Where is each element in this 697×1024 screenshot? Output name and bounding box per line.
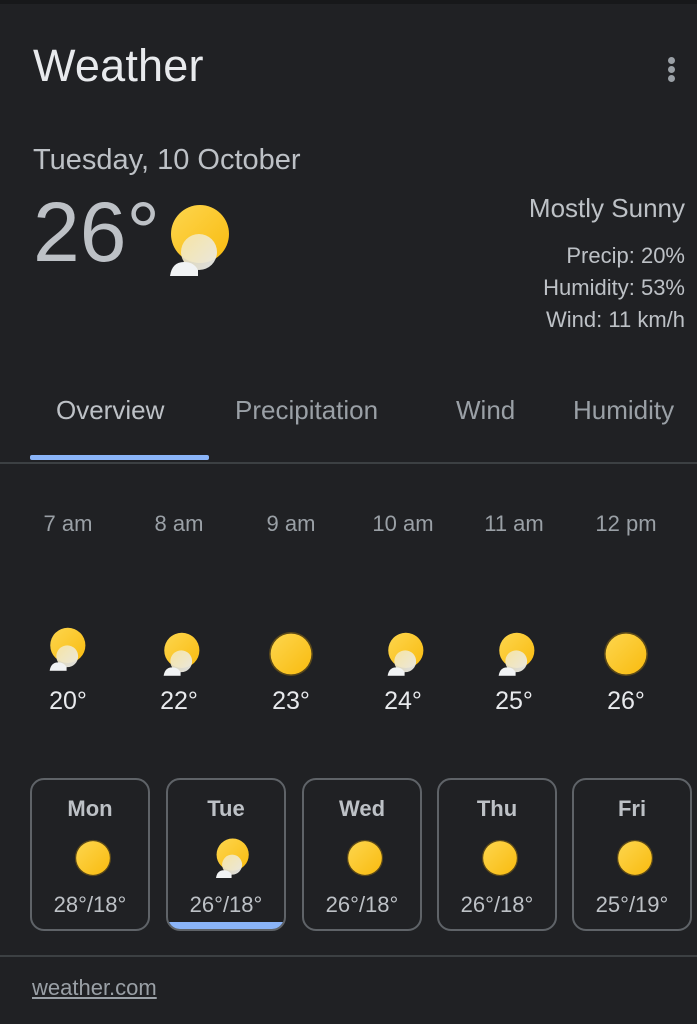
- hourly-item: 7 am 20°: [18, 505, 118, 735]
- tab-wind[interactable]: Wind: [456, 395, 515, 426]
- hourly-item: 10 am 24°: [353, 505, 453, 735]
- tab-humidity[interactable]: Humidity: [573, 395, 674, 426]
- mostly-sunny-icon: [384, 632, 424, 676]
- tab-overview[interactable]: Overview: [56, 395, 164, 426]
- day-temps: 26°/18°: [460, 892, 534, 917]
- hour-temp: 26°: [607, 687, 645, 715]
- current-date: Tuesday, 10 October: [33, 144, 301, 176]
- mostly-sunny-icon: [164, 204, 230, 276]
- wind-value: Wind: 11 km/h: [546, 307, 685, 332]
- more-vert-icon: [667, 57, 675, 64]
- tab-bar: Overview Precipitation Wind Humidity: [0, 380, 697, 464]
- hour-temp: 22°: [160, 687, 198, 715]
- sunny-icon: [74, 838, 112, 878]
- day-temps: 26°/18°: [325, 892, 399, 917]
- hour-label: 8 am: [154, 511, 204, 536]
- day-card-thu[interactable]: Thu 26°/18°: [437, 778, 557, 931]
- mostly-sunny-icon: [212, 838, 250, 878]
- precip-value: Precip: 20%: [566, 243, 685, 268]
- sunny-icon: [268, 631, 314, 677]
- hour-temp: 20°: [49, 687, 87, 715]
- tab-precipitation[interactable]: Precipitation: [235, 395, 378, 426]
- mostly-sunny-icon: [160, 632, 200, 676]
- sunny-icon: [346, 838, 384, 878]
- day-card-wed[interactable]: Wed 26°/18°: [302, 778, 422, 931]
- day-name: Tue: [207, 796, 245, 821]
- day-card-mon[interactable]: Mon 28°/18°: [30, 778, 150, 931]
- humidity-value: Humidity: 53%: [543, 275, 685, 300]
- current-stats: Precip: 20% Humidity: 53% Wind: 11 km/h: [543, 240, 685, 336]
- hourly-item: 9 am 23°: [241, 505, 341, 735]
- hour-label: 9 am: [266, 511, 316, 536]
- current-temperature: 26°: [33, 185, 161, 279]
- day-card-fri[interactable]: Fri 25°/19°: [572, 778, 692, 931]
- sunny-icon: [616, 838, 654, 878]
- source-link[interactable]: weather.com: [32, 975, 157, 1001]
- hourly-item: 11 am 25°: [464, 505, 564, 735]
- hourly-item: 12 pm 26°: [576, 505, 676, 735]
- day-temps: 28°/18°: [53, 892, 127, 917]
- active-tab-indicator: [30, 455, 209, 460]
- hour-label: 10 am: [372, 511, 434, 536]
- status-bar-strip: [0, 0, 697, 4]
- hour-label: 12 pm: [595, 511, 657, 536]
- selected-day-indicator: [168, 922, 284, 929]
- footer-divider: [0, 955, 697, 957]
- hour-label: 11 am: [484, 511, 544, 536]
- hour-temp: 25°: [495, 687, 533, 715]
- hour-temp: 24°: [384, 687, 422, 715]
- more-vert-icon-dot: [667, 66, 675, 73]
- day-name: Mon: [67, 796, 113, 821]
- day-card-tue[interactable]: Tue 26°/18°: [166, 778, 286, 931]
- sunny-icon: [481, 838, 519, 878]
- hour-temp: 23°: [272, 687, 310, 715]
- hourly-item: 8 am 22°: [129, 505, 229, 735]
- page-title: Weather: [33, 40, 204, 91]
- hour-label: 7 am: [43, 511, 93, 536]
- day-name: Thu: [476, 796, 518, 821]
- hourly-forecast: 7 am 20° 8 am 22° 9 am 23° 10 am 24° 11 …: [0, 505, 697, 735]
- day-temps: 26°/18°: [189, 892, 263, 917]
- more-vert-icon-dot: [667, 75, 675, 82]
- mostly-sunny-icon: [46, 627, 86, 671]
- mostly-sunny-icon: [495, 632, 535, 676]
- day-name: Wed: [338, 796, 386, 821]
- day-temps: 25°/19°: [595, 892, 669, 917]
- sunny-icon: [603, 631, 649, 677]
- day-name: Fri: [617, 796, 647, 821]
- more-options-button[interactable]: [658, 55, 684, 89]
- current-condition: Mostly Sunny: [528, 193, 685, 223]
